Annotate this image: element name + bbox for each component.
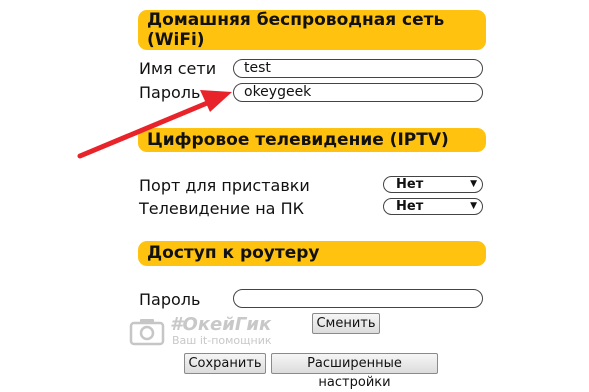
annotation-arrow (77, 90, 232, 159)
